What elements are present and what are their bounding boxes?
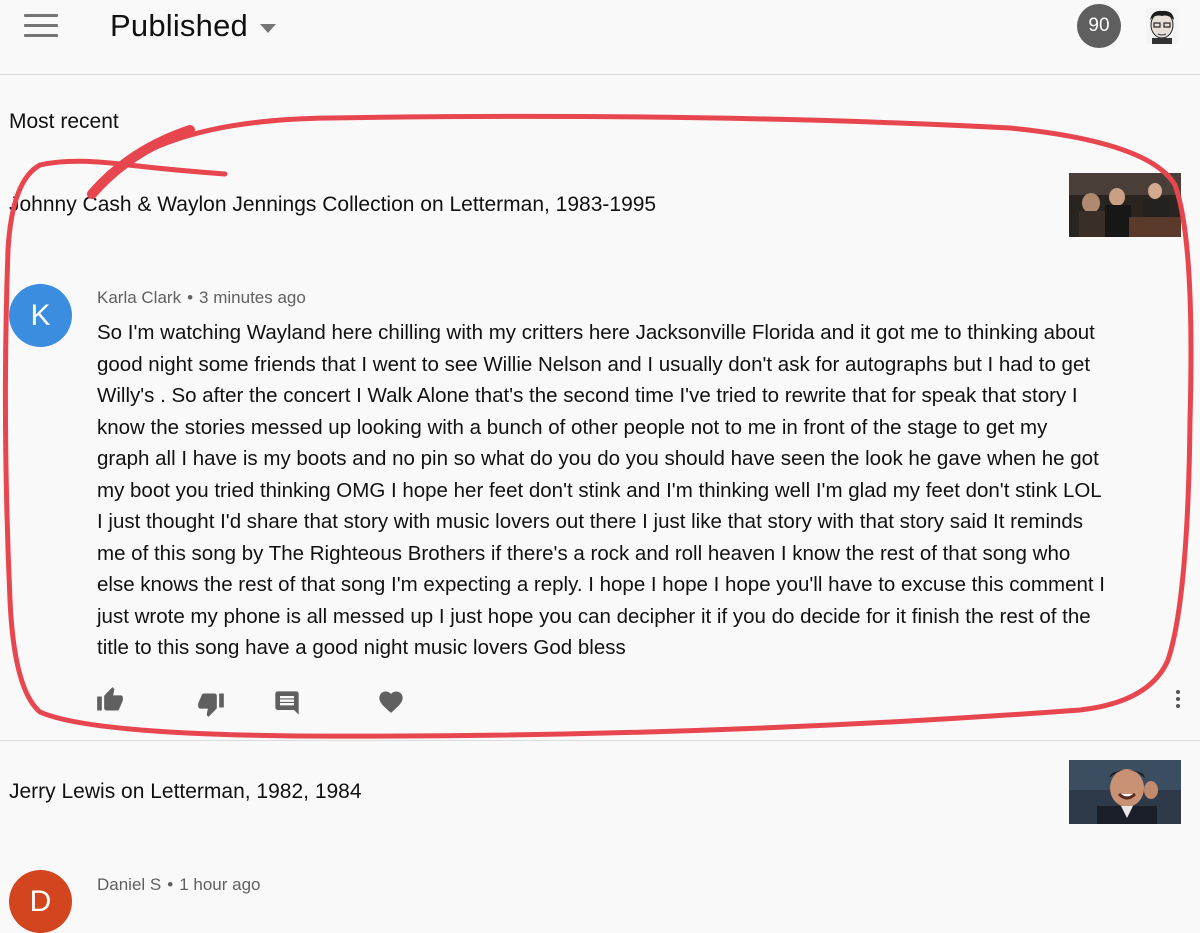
comment-author[interactable]: Karla Clark <box>97 288 181 307</box>
comment-line: Willy's . So after the concert I Walk Al… <box>97 384 1078 407</box>
meta-separator: • <box>167 875 174 894</box>
page-title: Published <box>110 8 248 43</box>
comment-meta: Karla Clark • 3 minutes ago <box>97 288 306 308</box>
comment-time: 3 minutes ago <box>199 288 306 307</box>
caret-down-icon <box>259 23 276 33</box>
comment-line: good night some friends that I went to s… <box>97 352 1091 376</box>
most-recent-label: Most recent <box>9 110 119 133</box>
thumbs-down-icon[interactable] <box>197 690 225 718</box>
reply-icon[interactable] <box>273 689 301 717</box>
more-vert-icon[interactable] <box>1170 690 1186 714</box>
comment-line: else knows the rest of that song I'm exp… <box>97 573 1105 596</box>
account-avatar[interactable] <box>1146 8 1178 44</box>
comment-line: just wrote my phone is all messed up I j… <box>97 604 1091 628</box>
commenter-avatar[interactable]: K <box>9 284 72 347</box>
meta-separator: • <box>187 288 194 307</box>
video-title[interactable]: Johnny Cash & Waylon Jennings Collection… <box>9 193 656 217</box>
video-thumbnail[interactable] <box>1069 760 1181 824</box>
thumbs-up-icon[interactable] <box>96 686 124 714</box>
video-thumbnail[interactable] <box>1069 173 1181 237</box>
heart-icon[interactable] <box>377 688 405 716</box>
hamburger-menu-icon[interactable] <box>24 14 58 40</box>
notification-count-badge[interactable]: 90 <box>1077 4 1121 48</box>
comment-author[interactable]: Daniel S <box>97 875 161 894</box>
top-app-bar: Published 90 <box>0 0 1200 75</box>
divider <box>0 740 1200 741</box>
comment-line: my boot you tried thinking OMG I hope he… <box>97 478 1102 502</box>
comment-text: So I'm watching Wayland here chilling wi… <box>97 317 1182 664</box>
comment-time: 1 hour ago <box>179 875 261 894</box>
commenter-avatar[interactable]: D <box>9 870 72 933</box>
comment-line: title to this song have a good night mus… <box>97 636 626 659</box>
comment-line: So I'm watching Wayland here chilling wi… <box>97 321 1095 344</box>
comment-line: know the stories messed up looking with … <box>97 415 1048 439</box>
comment-line: I just thought I'd share that story with… <box>97 510 1084 533</box>
comment-line: graph all I have is my boots and no pin … <box>97 447 1099 470</box>
comment-line: me of this song by The Righteous Brother… <box>97 541 1071 565</box>
video-title[interactable]: Jerry Lewis on Letterman, 1982, 1984 <box>9 780 362 804</box>
published-filter-dropdown[interactable]: Published <box>110 6 276 46</box>
comment-meta: Daniel S • 1 hour ago <box>97 875 261 895</box>
